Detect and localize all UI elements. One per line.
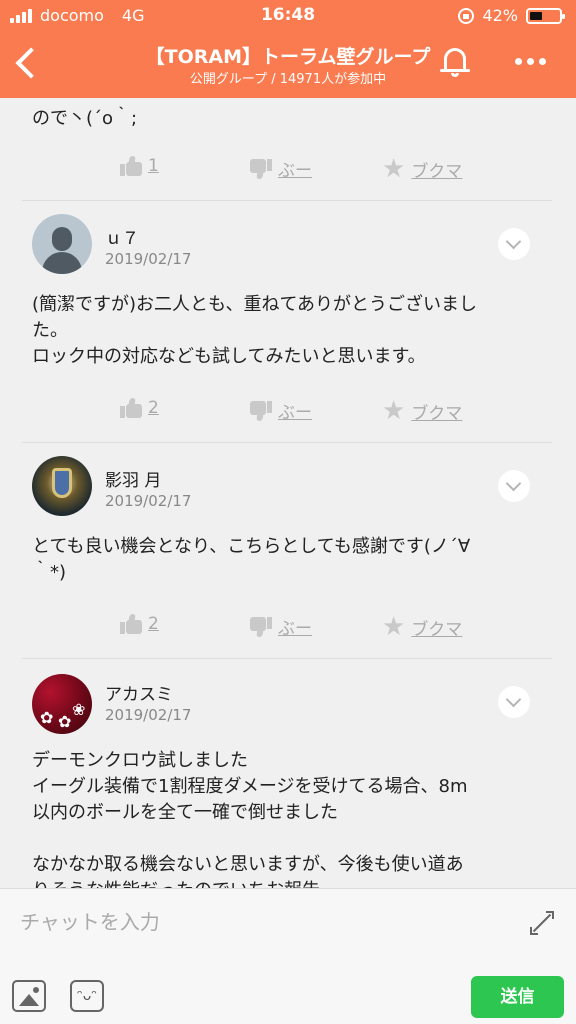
bookmark-label: ブクマ <box>411 161 463 182</box>
like-button[interactable]: 2 <box>120 398 159 418</box>
star-icon: ★ <box>382 154 406 184</box>
bookmark-label: ブクマ <box>411 403 463 424</box>
group-title: 【TORAM】トーラム壁グループ <box>145 46 431 68</box>
divider <box>22 442 552 443</box>
avatar[interactable] <box>32 214 92 274</box>
like-count: 1 <box>148 156 159 176</box>
boo-label: ぶー <box>278 619 312 639</box>
battery-icon <box>526 7 565 24</box>
sticker-icon[interactable]: ᵔᴗᵔ <box>70 980 104 1012</box>
rotation-lock-icon <box>458 7 475 24</box>
divider <box>22 658 552 659</box>
status-bar: docomo 4G 16:48 42% <box>0 0 576 32</box>
like-button[interactable]: 2 <box>120 614 159 634</box>
boo-button[interactable]: ぶー <box>250 614 312 639</box>
thumbs-down-icon <box>250 158 272 179</box>
boo-label: ぶー <box>278 161 312 181</box>
message-line <box>32 826 542 852</box>
send-button[interactable]: 送信 <box>471 976 564 1018</box>
avatar[interactable] <box>32 456 92 516</box>
boo-button[interactable]: ぶー <box>250 398 312 423</box>
message-text: ので丶(´o｀; <box>32 108 138 129</box>
message-line: とても良い機会となり、こちらとしても感謝です(ノ´∀ <box>32 536 471 557</box>
thumbs-up-icon <box>120 614 142 634</box>
message-actions: 2 ぶー ★ ブクマ <box>0 398 576 428</box>
post-date: 2019/02/17 <box>105 492 192 510</box>
bookmark-label: ブクマ <box>411 619 463 640</box>
message-line: デーモンクロウ試しました <box>32 750 248 771</box>
divider <box>22 200 552 201</box>
author-name[interactable]: アカスミ <box>105 680 173 705</box>
notification-bell-icon[interactable] <box>440 46 470 78</box>
chevron-down-icon[interactable] <box>498 470 530 502</box>
message-body: とても良い機会となり、こちらとしても感謝です(ノ´∀ ｀*) <box>32 534 542 586</box>
chevron-down-icon[interactable] <box>498 686 530 718</box>
bookmark-button[interactable]: ★ ブクマ <box>382 398 462 424</box>
avatar[interactable]: ✿ ✿ ❀ <box>32 674 92 734</box>
boo-button[interactable]: ぶー <box>250 156 312 181</box>
author-name[interactable]: 影羽 月 <box>105 466 161 491</box>
star-icon: ★ <box>382 396 406 426</box>
expand-icon[interactable] <box>530 911 554 935</box>
thumbs-down-icon <box>250 616 272 637</box>
message-line: ロック中の対応なども試してみたいと思います。 <box>32 346 426 367</box>
chevron-down-icon[interactable] <box>498 228 530 260</box>
message-line: なかなか取る機会ないと思いますが、今後も使い道あ <box>32 854 464 875</box>
message-body: デーモンクロウ試しました イーグル装備で1割程度ダメージを受けてる場合、8m 以… <box>32 748 542 890</box>
group-subtitle: 公開グループ / 14971人が参加中 <box>189 72 387 87</box>
post-date: 2019/02/17 <box>105 706 192 724</box>
like-count: 2 <box>148 398 159 418</box>
bookmark-button[interactable]: ★ ブクマ <box>382 156 462 182</box>
message-line: イーグル装備で1割程度ダメージを受けてる場合、8m <box>32 776 468 797</box>
bookmark-button[interactable]: ★ ブクマ <box>382 614 462 640</box>
thumbs-up-icon <box>120 156 142 176</box>
message-body: (簡潔ですが)お二人とも、重ねてありがとうございまし た。 ロック中の対応なども… <box>32 292 542 370</box>
chat-input[interactable]: チャットを入力 <box>20 906 160 935</box>
message-line: 以内のボールを全て一確で倒せました <box>32 802 338 823</box>
message-actions: 1 ぶー ★ ブクマ <box>0 156 576 186</box>
star-icon: ★ <box>382 612 406 642</box>
message-line: (簡潔ですが)お二人とも、重ねてありがとうございまし <box>32 294 477 315</box>
thumbs-up-icon <box>120 398 142 418</box>
author-name[interactable]: ｕ７ <box>105 224 139 249</box>
battery-percent: 42% <box>482 6 518 25</box>
more-options-icon[interactable] <box>515 58 546 65</box>
message-list[interactable]: ので丶(´o｀; 1 ぶー ★ ブクマ ｕ７ 2019/02/17 (簡潔ですが… <box>0 98 576 890</box>
post-date: 2019/02/17 <box>105 250 192 268</box>
like-button[interactable]: 1 <box>120 156 159 176</box>
boo-label: ぶー <box>278 403 312 423</box>
image-icon[interactable] <box>12 980 46 1012</box>
message-line: た。 <box>32 320 68 341</box>
message-line: ｀*) <box>32 562 67 583</box>
like-count: 2 <box>148 614 159 634</box>
thumbs-down-icon <box>250 400 272 421</box>
app-header: docomo 4G 16:48 42% 【TORAM】トーラム壁グループ 公開グ… <box>0 0 576 98</box>
message-actions: 2 ぶー ★ ブクマ <box>0 614 576 644</box>
